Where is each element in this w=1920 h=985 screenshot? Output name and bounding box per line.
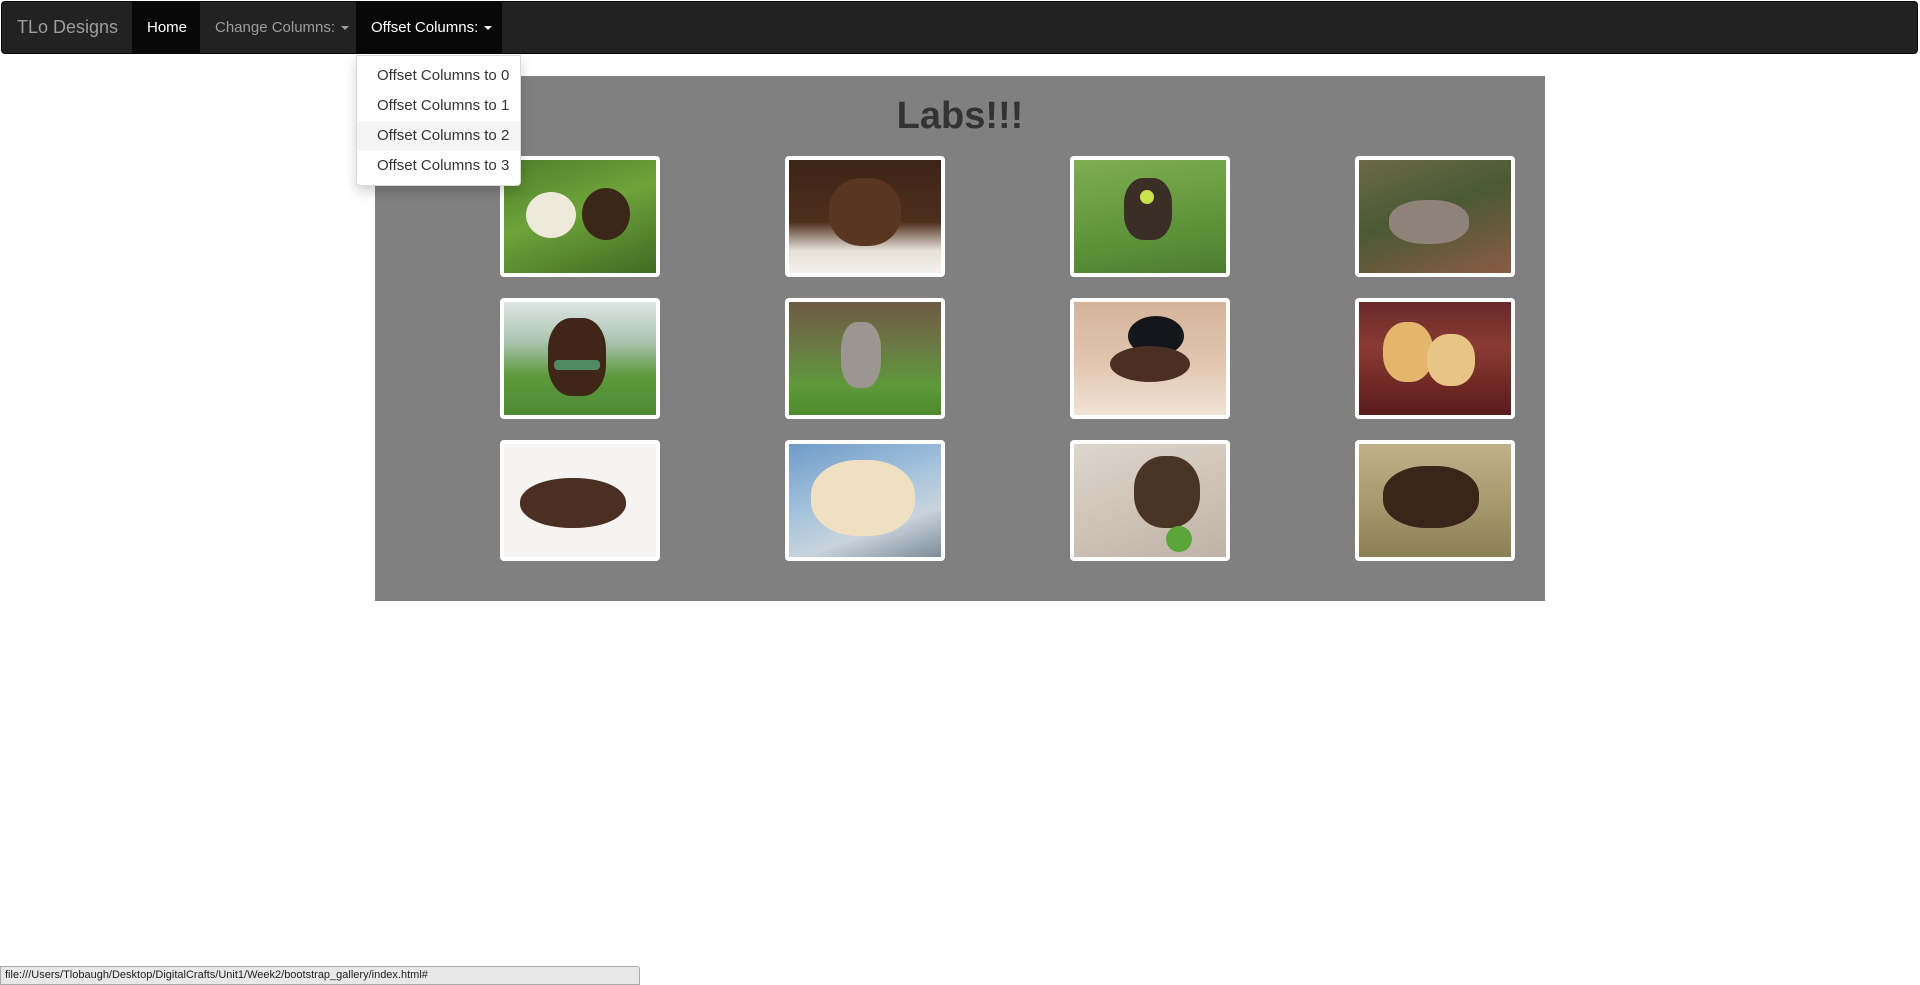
menu-item-offset-2[interactable]: Offset Columns to 2: [357, 121, 520, 151]
puppy-photo: [789, 302, 941, 415]
puppy-photo: [504, 160, 656, 273]
thumbnail[interactable]: [785, 440, 945, 561]
thumbnail[interactable]: [500, 156, 660, 277]
thumbnail[interactable]: [1355, 440, 1515, 561]
gallery-title: Labs!!!: [896, 95, 1024, 137]
caret-down-icon: [484, 26, 493, 31]
puppy-photo: [504, 444, 656, 557]
puppy-photo: [504, 302, 656, 415]
offset-columns-dropdown-toggle[interactable]: Offset Columns:: [356, 2, 502, 53]
thumbnail[interactable]: [1070, 298, 1230, 419]
thumbnail[interactable]: [1070, 156, 1230, 277]
offset-columns-label: Offset Columns:: [371, 19, 479, 36]
menu-item-offset-3[interactable]: Offset Columns to 3: [357, 151, 520, 181]
change-columns-label: Change Columns:: [215, 19, 336, 36]
menu-item-offset-0[interactable]: Offset Columns to 0: [357, 61, 520, 91]
thumbnail[interactable]: [1355, 156, 1515, 277]
navbar: TLo Designs Home Change Columns: Offset …: [1, 1, 1918, 54]
browser-status-bar: file:///Users/Tlobaugh/Desktop/DigitalCr…: [0, 966, 640, 985]
thumbnail[interactable]: [500, 440, 660, 561]
thumbnail[interactable]: [1355, 298, 1515, 419]
gallery-panel: Labs!!!: [375, 76, 1545, 601]
menu-item-offset-1[interactable]: Offset Columns to 1: [357, 91, 520, 121]
puppy-photo: [1359, 160, 1511, 273]
puppy-photo: [1359, 302, 1511, 415]
thumbnail[interactable]: [785, 298, 945, 419]
offset-columns-menu: Offset Columns to 0 Offset Columns to 1 …: [356, 55, 521, 186]
thumbnail[interactable]: [785, 156, 945, 277]
thumbnail[interactable]: [500, 298, 660, 419]
caret-down-icon: [341, 26, 350, 31]
puppy-photo: [1359, 444, 1511, 557]
puppy-photo: [789, 160, 941, 273]
brand-link[interactable]: TLo Designs: [17, 2, 118, 53]
puppy-photo: [1074, 444, 1226, 557]
thumbnail[interactable]: [1070, 440, 1230, 561]
nav-home-link[interactable]: Home: [132, 2, 200, 53]
puppy-photo: [1074, 160, 1226, 273]
puppy-photo: [789, 444, 941, 557]
change-columns-dropdown-toggle[interactable]: Change Columns:: [200, 2, 356, 53]
nav-home-label: Home: [147, 19, 188, 36]
puppy-photo: [1074, 302, 1226, 415]
